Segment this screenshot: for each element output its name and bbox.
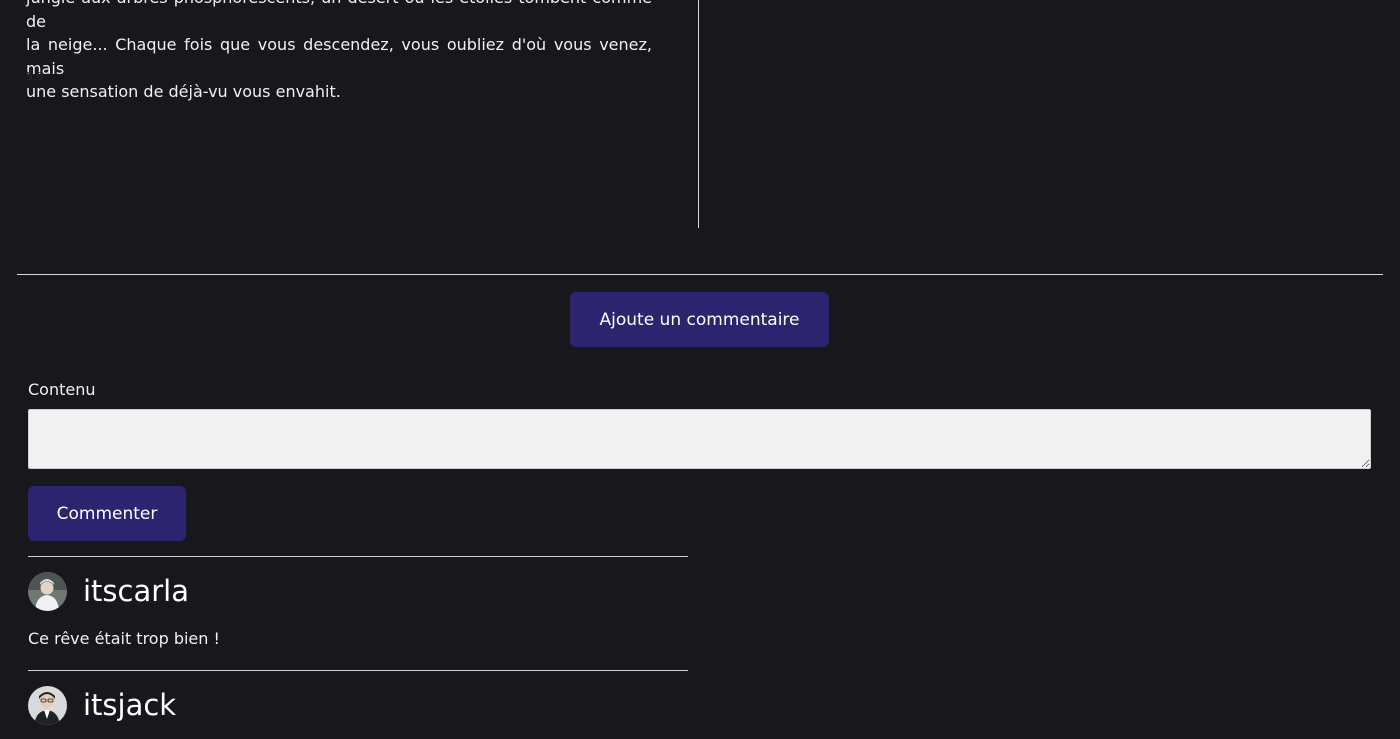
comment-header: itsjack [28, 686, 176, 725]
section-divider [17, 274, 1383, 275]
comment-divider [28, 670, 688, 671]
story-line: la neige... Chaque fois que vous descend… [26, 35, 652, 78]
content-textarea[interactable] [28, 409, 1371, 469]
vertical-divider [698, 0, 699, 228]
story-line: jungle aux arbres phosphorescents, un dé… [26, 0, 652, 31]
avatar[interactable] [28, 686, 67, 725]
dream-detail-page: jungle aux arbres phosphorescents, un dé… [0, 0, 1400, 739]
comment-text: Ce rêve était trop bien ! [28, 629, 220, 648]
story-line: une sensation de déjà-vu vous envahit. [26, 82, 341, 101]
content-label: Contenu [28, 380, 96, 399]
comment-username[interactable]: itsjack [83, 691, 176, 720]
comment-header: itscarla [28, 572, 189, 611]
comment-username[interactable]: itscarla [83, 577, 189, 606]
rating-value: 5.0 [26, 70, 44, 83]
add-comment-button[interactable]: Ajoute un commentaire [570, 292, 829, 347]
story-text: jungle aux arbres phosphorescents, un dé… [26, 0, 652, 104]
submit-comment-button[interactable]: Commenter [28, 486, 186, 541]
avatar[interactable] [28, 572, 67, 611]
comment-divider [28, 556, 688, 557]
